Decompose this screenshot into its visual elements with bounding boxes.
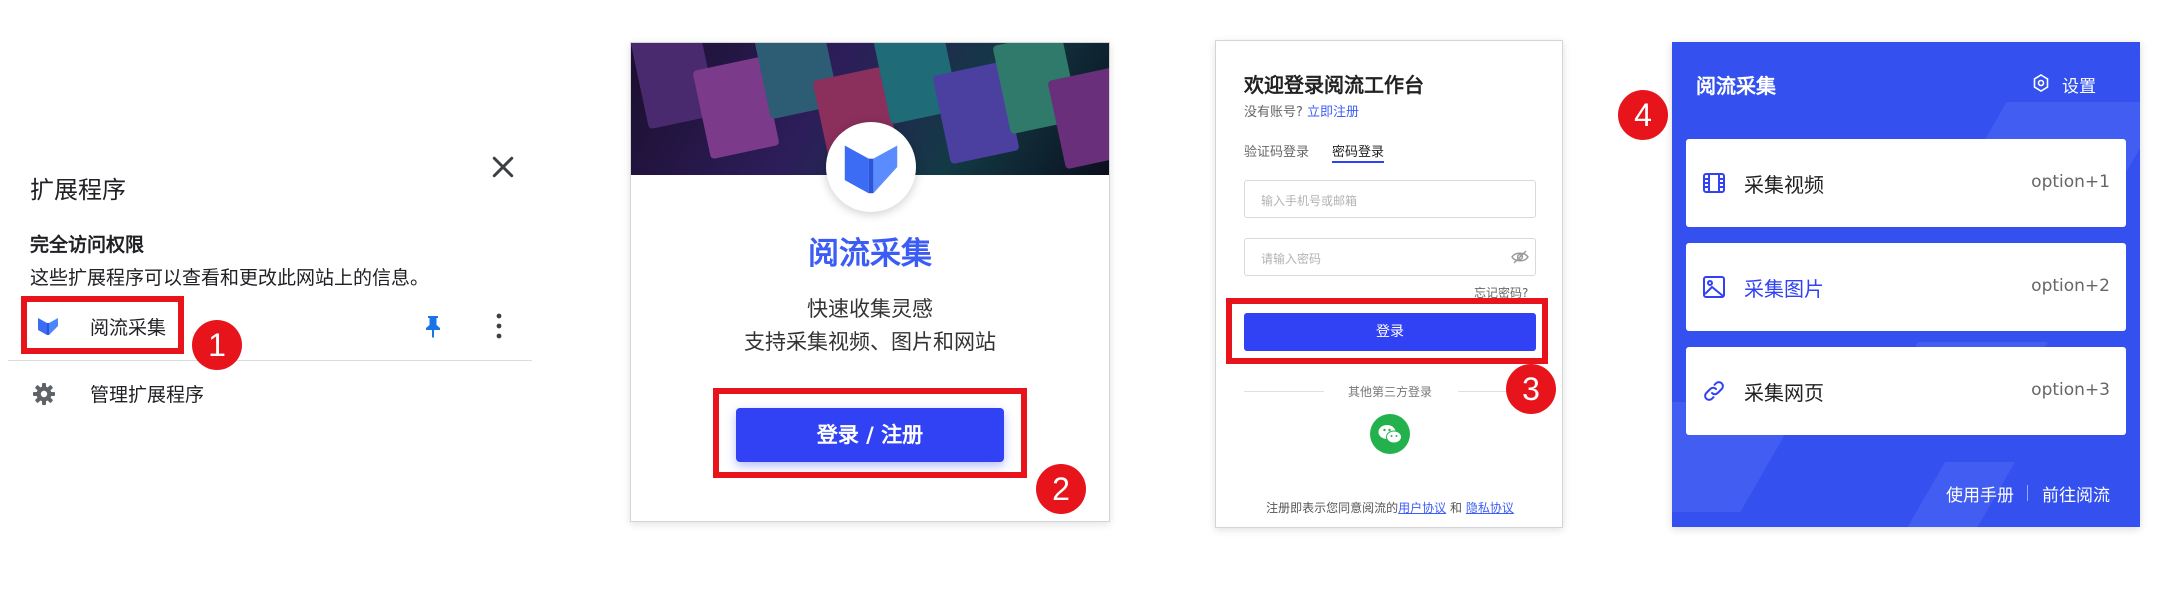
tab-code-login[interactable]: 验证码登录	[1244, 141, 1309, 160]
collect-webpage-label: 采集网页	[1744, 381, 1824, 405]
divider	[8, 360, 532, 361]
step-badge-3: 3	[1506, 364, 1556, 414]
login-title: 欢迎登录阅流工作台	[1244, 73, 1424, 97]
close-icon[interactable]	[488, 152, 518, 182]
collect-video-item[interactable]: 采集视频 option+1	[1686, 139, 2126, 227]
step-badge-2: 2	[1036, 464, 1086, 514]
tagline-1: 快速收集灵感	[807, 297, 933, 321]
phone-email-input[interactable]: 输入手机号或邮箱	[1244, 180, 1536, 218]
collect-image-label: 采集图片	[1744, 277, 1824, 301]
film-icon	[1703, 173, 1725, 193]
pin-icon[interactable]	[422, 314, 444, 338]
register-link[interactable]: 立即注册	[1307, 105, 1359, 120]
step-badge-1: 1	[192, 320, 242, 370]
wechat-login-button[interactable]	[1370, 414, 1410, 454]
highlight-box	[1226, 298, 1548, 364]
shortcut-label: option+3	[2031, 380, 2110, 400]
settings-icon	[2033, 74, 2049, 92]
password-input[interactable]: 请输入密码	[1244, 238, 1536, 276]
no-account-text: 没有账号?	[1244, 105, 1303, 120]
step-badge-4: 4	[1618, 90, 1668, 140]
user-agreement-link[interactable]: 用户协议	[1398, 501, 1446, 515]
tagline-2: 支持采集视频、图片和网站	[744, 330, 996, 354]
login-panel: 欢迎登录阅流工作台 没有账号? 立即注册 验证码登录 密码登录 输入手机号或邮箱…	[1215, 40, 1563, 528]
extensions-title: 扩展程序	[30, 176, 126, 204]
collect-video-label: 采集视频	[1744, 173, 1824, 197]
more-vert-icon[interactable]	[492, 312, 506, 340]
wechat-icon	[1378, 425, 1402, 444]
user-manual-link[interactable]: 使用手册	[1946, 481, 2014, 506]
brand-name: 阅流采集	[808, 236, 932, 272]
divider	[2027, 485, 2028, 501]
settings-label: 设置	[2062, 77, 2096, 97]
terms-notice: 注册即表示您同意阅流的用户协议 和 隐私协议	[1216, 499, 1564, 516]
highlight-box	[713, 388, 1027, 478]
tab-password-login[interactable]: 密码登录	[1332, 141, 1384, 160]
no-account-hint: 没有账号? 立即注册	[1244, 101, 1359, 120]
go-to-app-link[interactable]: 前往阅流	[2042, 481, 2110, 506]
full-access-heading: 完全访问权限	[30, 234, 145, 256]
terms-prefix: 注册即表示您同意阅流的	[1266, 501, 1399, 515]
app-logo-icon	[844, 145, 898, 194]
collector-popup: 阅流采集 设置 采集视频 option+1 采集图片 option+2 采集网页…	[1672, 42, 2140, 527]
gear-icon	[33, 383, 55, 405]
link-icon	[1704, 381, 1724, 401]
collect-webpage-item[interactable]: 采集网页 option+3	[1686, 347, 2126, 435]
image-icon	[1703, 276, 1725, 298]
full-access-description: 这些扩展程序可以查看和更改此网站上的信息。	[30, 267, 430, 289]
highlight-box	[21, 296, 184, 354]
manage-extensions-link[interactable]: 管理扩展程序	[90, 380, 204, 407]
shortcut-label: option+1	[2031, 172, 2110, 192]
shortcut-label: option+2	[2031, 276, 2110, 296]
hide-password-icon[interactable]	[1511, 249, 1529, 265]
terms-and: 和	[1450, 501, 1463, 515]
active-tab-indicator	[1332, 161, 1384, 163]
privacy-policy-link[interactable]: 隐私协议	[1466, 501, 1514, 515]
popup-title: 阅流采集	[1696, 74, 1776, 98]
collect-image-item[interactable]: 采集图片 option+2	[1686, 243, 2126, 331]
